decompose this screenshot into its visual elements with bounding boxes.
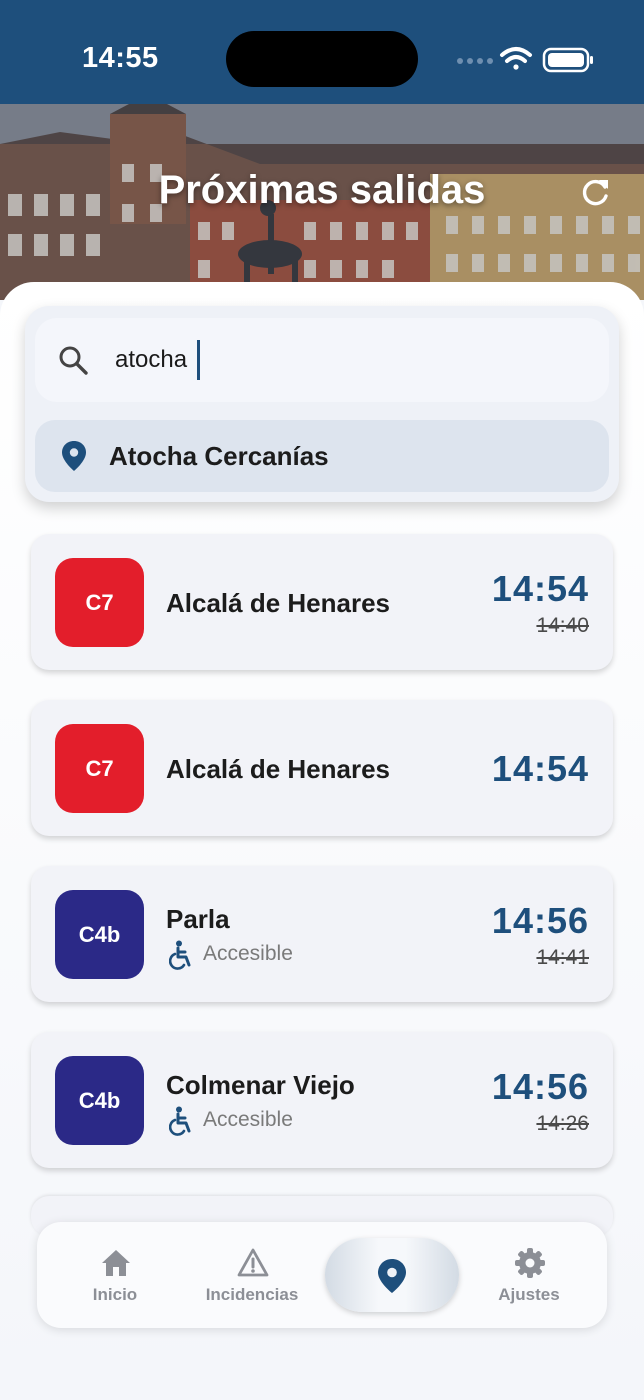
dynamic-island: [226, 31, 418, 87]
departure-time: 14:56: [491, 900, 589, 941]
line-badge: C7: [55, 558, 144, 647]
wheelchair-icon: [169, 1106, 191, 1136]
nav-label: Incidencias: [205, 1285, 299, 1304]
location-pin-icon: [378, 1259, 406, 1293]
search-input[interactable]: atocha: [35, 318, 609, 402]
departure-card[interactable]: C7 Alcalá de Henares 14:54 14:40: [31, 534, 613, 670]
search-query: atocha: [115, 346, 188, 373]
scheduled-time: 14:41: [536, 946, 589, 969]
departure-card[interactable]: C4b Parla Accesible 14:56 14:41: [31, 866, 613, 1002]
accessible-label: Accesible: [203, 1108, 293, 1131]
home-icon: [102, 1250, 130, 1276]
departure-card[interactable]: C7 Alcalá de Henares 14:54: [31, 700, 613, 836]
page-title: Próximas salidas: [158, 168, 486, 212]
suggestion-label: Atocha Cercanías: [109, 441, 329, 471]
station-suggestion[interactable]: Atocha Cercanías: [35, 420, 609, 492]
nav-salidas[interactable]: [325, 1238, 459, 1312]
bottom-nav: Inicio Incidencias Ajustes: [37, 1222, 607, 1328]
scheduled-time: 14:26: [536, 1112, 589, 1135]
text-caret: [197, 340, 200, 380]
departure-card[interactable]: C4b Colmenar Viejo Accesible 14:56 14:26: [31, 1032, 613, 1168]
nav-ajustes[interactable]: Ajustes: [474, 1222, 584, 1328]
departure-time: 14:56: [491, 1066, 589, 1107]
status-bar: 14:55: [0, 0, 644, 104]
line-badge: C4b: [55, 1056, 144, 1145]
signal-icon: [457, 58, 493, 64]
departure-time: 14:54: [491, 568, 589, 609]
search-card: atocha Atocha Cercanías: [25, 306, 619, 502]
gear-icon: [515, 1248, 545, 1278]
destination: Colmenar Viejo: [166, 1070, 355, 1100]
refresh-icon[interactable]: [578, 176, 612, 210]
battery-icon: [542, 47, 593, 73]
line-badge: C7: [55, 724, 144, 813]
status-icons: [457, 47, 593, 73]
search-icon: [59, 346, 88, 375]
line-badge: C4b: [55, 890, 144, 979]
nav-label: Inicio: [92, 1285, 138, 1304]
wheelchair-icon: [169, 940, 191, 970]
nav-label: Ajustes: [498, 1285, 560, 1304]
scheduled-time: 14:40: [536, 614, 589, 637]
departure-time: 14:54: [491, 748, 589, 789]
nav-inicio[interactable]: Inicio: [60, 1222, 170, 1328]
nav-incidencias[interactable]: Incidencias: [197, 1222, 307, 1328]
status-time: 14:55: [82, 42, 159, 74]
destination: Alcalá de Henares: [166, 754, 391, 784]
destination: Parla: [166, 904, 230, 934]
destination: Alcalá de Henares: [166, 588, 391, 618]
accessible-label: Accesible: [203, 942, 293, 965]
warning-icon: [237, 1248, 269, 1277]
location-pin-icon: [62, 441, 86, 471]
wifi-icon: [500, 47, 532, 70]
